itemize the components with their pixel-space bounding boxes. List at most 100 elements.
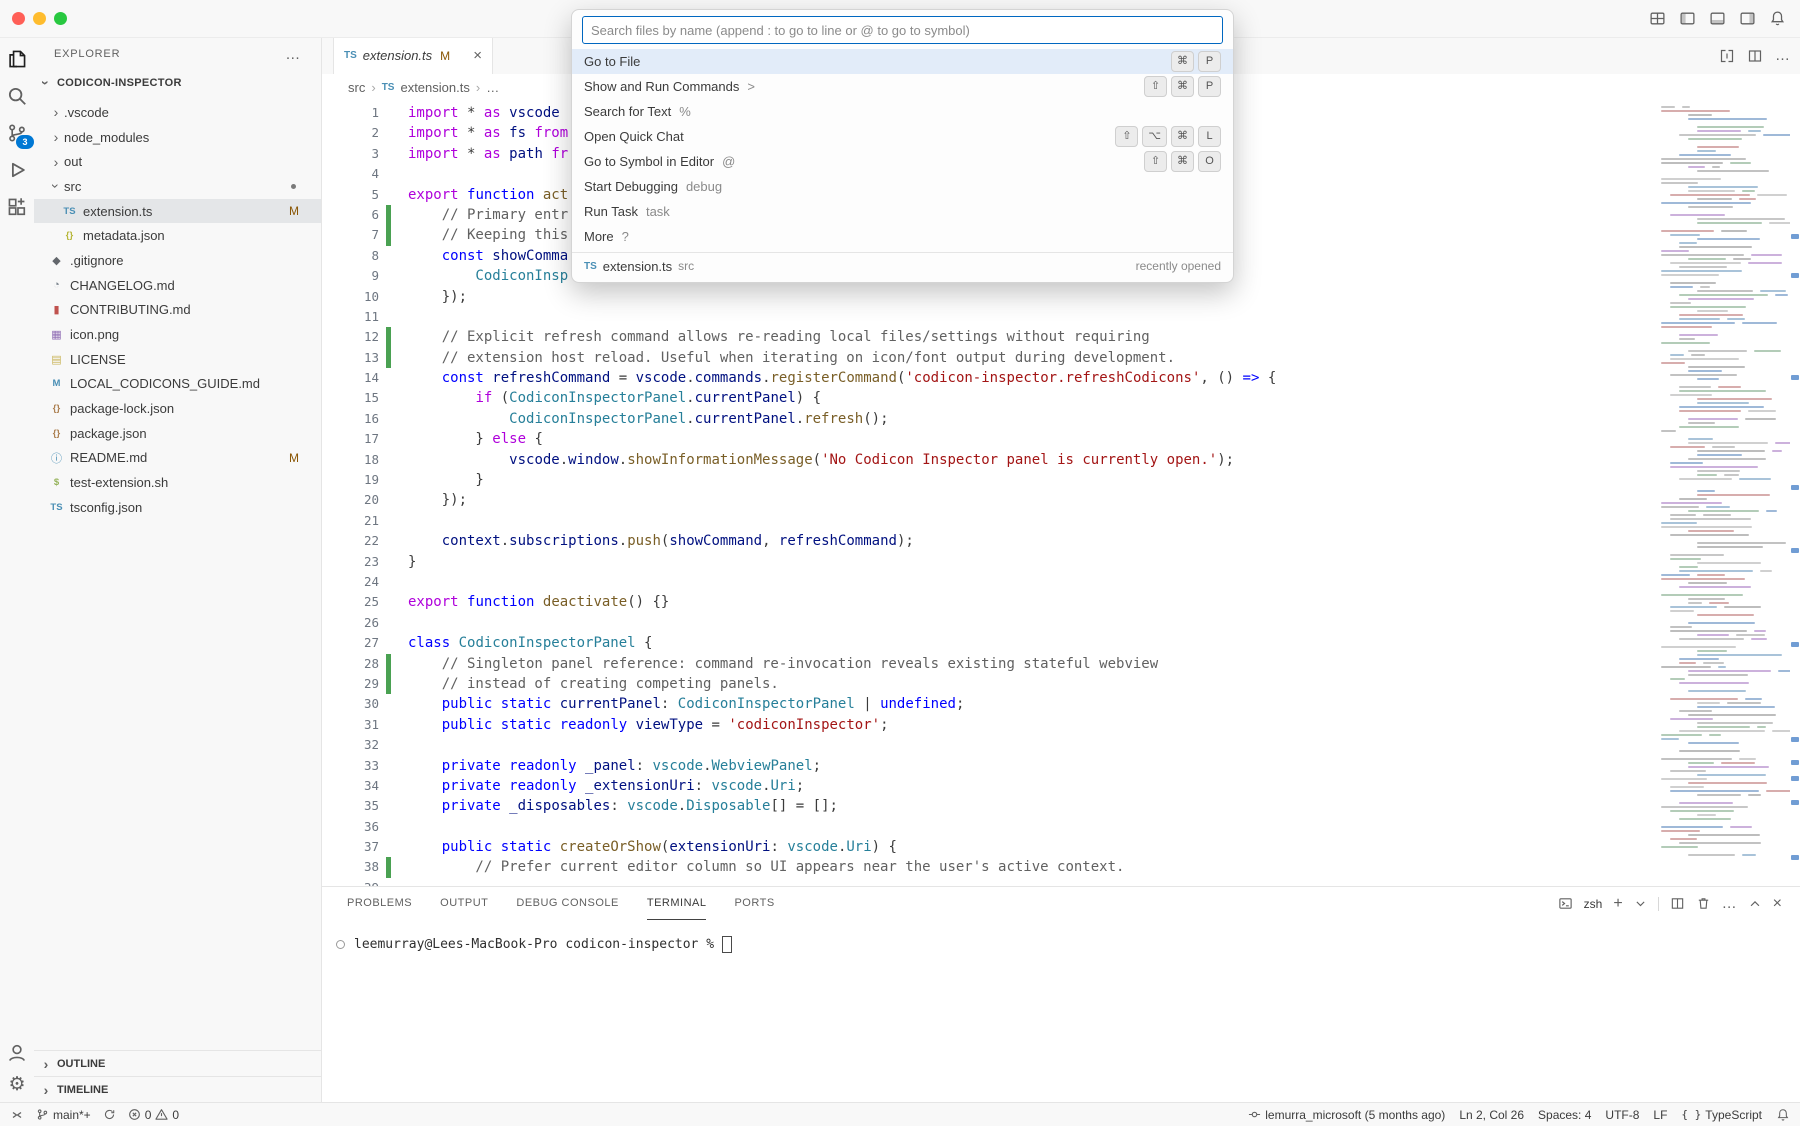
split-editor-icon[interactable] — [1747, 48, 1763, 64]
modified-mark — [1791, 737, 1799, 742]
quick-open-item[interactable]: Show and Run Commands>⇧⌘P — [572, 74, 1233, 99]
tree-item[interactable]: ›out — [34, 149, 321, 174]
git-branch-status[interactable]: main*+ — [36, 1108, 91, 1122]
quick-open-item[interactable]: Run Tasktask — [572, 199, 1233, 224]
line-number: 28 — [322, 654, 379, 674]
tree-item[interactable]: MLOCAL_CODICONS_GUIDE.md — [34, 372, 321, 397]
remote-indicator-icon[interactable] — [10, 1108, 24, 1122]
explorer-icon[interactable] — [5, 47, 29, 71]
settings-gear-icon[interactable]: ⚙ — [8, 1075, 25, 1094]
quick-open-item[interactable]: More? — [572, 224, 1233, 249]
tree-item[interactable]: ⓘREADME.mdM — [34, 446, 321, 471]
quick-open-item[interactable]: Search for Text% — [572, 99, 1233, 124]
source-control-icon[interactable]: 3 — [5, 121, 29, 145]
search-icon[interactable] — [5, 84, 29, 108]
indentation-status[interactable]: Spaces: 4 — [1538, 1108, 1591, 1122]
kill-terminal-icon[interactable] — [1696, 896, 1711, 911]
chevron-down-icon[interactable] — [1634, 897, 1647, 910]
overview-ruler[interactable] — [1790, 100, 1800, 886]
toggle-secondary-sidebar-icon[interactable] — [1739, 10, 1756, 27]
close-window-button[interactable] — [12, 12, 25, 25]
tree-item[interactable]: ›node_modules — [34, 125, 321, 150]
tree-item[interactable]: ▮CONTRIBUTING.md — [34, 298, 321, 323]
tree-item[interactable]: {}package.json — [34, 421, 321, 446]
accounts-icon[interactable] — [5, 1041, 29, 1065]
maximize-panel-icon[interactable] — [1748, 897, 1762, 911]
eol-status[interactable]: LF — [1653, 1108, 1667, 1122]
breadcrumb-more[interactable]: … — [486, 80, 499, 95]
git-branch-icon — [36, 1108, 49, 1121]
recent-group-label: recently opened — [1136, 259, 1221, 273]
toggle-primary-sidebar-icon[interactable] — [1679, 10, 1696, 27]
minimap[interactable] — [1653, 100, 1790, 886]
close-panel-icon[interactable]: × — [1773, 896, 1782, 912]
line-number: 6 — [322, 205, 379, 225]
encoding-status[interactable]: UTF-8 — [1605, 1108, 1639, 1122]
quick-open-item[interactable]: Go to Symbol in Editor@⇧⌘O — [572, 149, 1233, 174]
quick-open-item[interactable]: Start Debuggingdebug — [572, 174, 1233, 199]
timeline-section-label: TIMELINE — [57, 1084, 108, 1096]
terminal[interactable]: leemurray@Lees-MacBook-Pro codicon-inspe… — [322, 920, 1800, 953]
tree-item[interactable]: {}metadata.json — [34, 223, 321, 248]
cursor-position-status[interactable]: Ln 2, Col 26 — [1459, 1108, 1524, 1122]
line-number: 15 — [322, 388, 379, 408]
quick-open-item[interactable]: Go to File⌘P — [572, 49, 1233, 74]
panel-tab-terminal[interactable]: TERMINAL — [647, 887, 707, 920]
tree-item[interactable]: ◆.gitignore — [34, 248, 321, 273]
quick-open-recent-item[interactable]: TS extension.ts src recently opened — [572, 253, 1233, 279]
panel-tab-ports[interactable]: PORTS — [734, 887, 774, 920]
customize-layout-icon[interactable] — [1649, 10, 1666, 27]
run-debug-icon[interactable] — [5, 158, 29, 182]
timeline-section[interactable]: › TIMELINE — [34, 1076, 321, 1102]
code-text: class CodiconInspectorPanel { — [408, 633, 652, 653]
code-line: 32 — [322, 735, 1650, 755]
code-text: private readonly _extensionUri: vscode.U… — [408, 776, 804, 796]
tree-item[interactable]: ▦icon.png — [34, 322, 321, 347]
tree-item[interactable]: ▤LICENSE — [34, 347, 321, 372]
tree-item[interactable]: TStsconfig.json — [34, 495, 321, 520]
tree-item[interactable]: ›.vscode — [34, 100, 321, 125]
split-terminal-icon[interactable] — [1670, 896, 1685, 911]
tree-item[interactable]: ◔CHANGELOG.md — [34, 273, 321, 298]
close-tab-icon[interactable]: × — [473, 48, 482, 63]
panel-tab-problems[interactable]: PROBLEMS — [347, 887, 412, 920]
new-terminal-icon[interactable]: + — [1613, 896, 1622, 912]
zoom-window-button[interactable] — [54, 12, 67, 25]
titlebar-actions — [1649, 0, 1786, 37]
tree-item-label: extension.ts — [83, 204, 152, 219]
git-blame-status[interactable]: lemurra_microsoft (5 months ago) — [1248, 1108, 1445, 1122]
sync-changes-icon[interactable] — [103, 1108, 116, 1121]
code-line: 36 — [322, 817, 1650, 837]
more-actions-icon[interactable]: … — [1722, 896, 1737, 911]
tree-item[interactable]: TSextension.tsM — [34, 199, 321, 224]
panel-tab-output[interactable]: OUTPUT — [440, 887, 488, 920]
code-text: // Explicit refresh command allows re-re… — [408, 327, 1150, 347]
quick-open-item[interactable]: Open Quick Chat⇧⌥⌘L — [572, 124, 1233, 149]
notifications-bell-icon[interactable] — [1769, 10, 1786, 27]
tree-item[interactable]: $test-extension.sh — [34, 470, 321, 495]
quick-open-input[interactable] — [582, 16, 1223, 44]
breadcrumb-file[interactable]: extension.ts — [400, 80, 469, 95]
code-text: import * as path fr — [408, 144, 568, 164]
code-text: vscode.window.showInformationMessage('No… — [408, 450, 1234, 470]
shell-label[interactable]: zsh — [1584, 897, 1603, 911]
tree-item[interactable]: {}package-lock.json — [34, 396, 321, 421]
explorer-project-section[interactable]: › CODICON-INSPECTOR — [34, 71, 321, 95]
minimize-window-button[interactable] — [33, 12, 46, 25]
problems-status[interactable]: 0 0 — [128, 1108, 179, 1122]
tab-extension-ts[interactable]: TS extension.ts M × — [333, 37, 493, 74]
extensions-icon[interactable] — [5, 195, 29, 219]
outline-section[interactable]: › OUTLINE — [34, 1050, 321, 1076]
explorer-more-actions-icon[interactable]: … — [285, 46, 301, 63]
toggle-panel-icon[interactable] — [1709, 10, 1726, 27]
json-file-icon: {} — [61, 230, 78, 241]
panel-tab-debug-console[interactable]: DEBUG CONSOLE — [516, 887, 618, 920]
panel-tab-bar: PROBLEMS OUTPUT DEBUG CONSOLE TERMINAL PORTS… — [322, 887, 1800, 920]
more-actions-icon[interactable]: … — [1775, 48, 1790, 63]
language-mode-status[interactable]: { } TypeScript — [1681, 1108, 1762, 1122]
breadcrumb-folder[interactable]: src — [348, 80, 365, 95]
feedback-bell-icon[interactable] — [1776, 1108, 1790, 1122]
tree-item[interactable]: ›src — [34, 174, 321, 199]
tree-item-label: .gitignore — [70, 253, 123, 268]
open-changes-icon[interactable] — [1719, 48, 1735, 64]
